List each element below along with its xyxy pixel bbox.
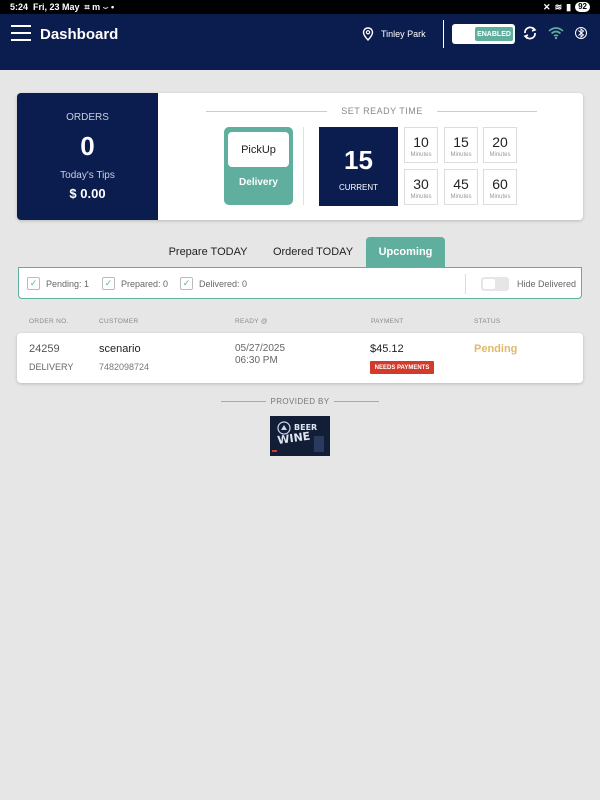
enabled-label: ENABLED [475,27,513,41]
menu-icon[interactable] [11,25,31,41]
time-option-unit: Minutes [489,152,511,158]
delivered-count: Delivered: 0 [199,279,248,289]
needs-payment-badge: NEEDS PAYMENTS [370,361,434,374]
prepared-count: Prepared: 0 [121,279,169,289]
status-badge: Pending [474,343,518,355]
hide-delivered-label: Hide Delivered [517,279,577,289]
orders-count: 0 [80,131,95,161]
delivered-checkbox[interactable]: ✓ [180,277,193,290]
tips-label: Today's Tips [60,170,115,181]
time-option-unit: Minutes [410,194,432,200]
current-ready-value: 15 [344,145,373,175]
column-header-order-no: ORDER NO. [29,318,69,325]
wifi-status-icon: ≋ [554,1,563,12]
time-option-value: 30 [413,176,429,192]
order-filter-bar: ✓ Pending: 1 ✓ Prepared: 0 ✓ Delivered: … [18,267,582,299]
battery-icon: 92 [575,2,590,12]
pending-count: Pending: 1 [46,279,90,289]
time-option-value: 60 [492,176,508,192]
tab-upcoming[interactable]: Upcoming [366,237,445,267]
orders-summary-card: ORDERS 0 Today's Tips $ 0.00 SET READY T… [17,93,583,220]
customer-phone: 7482098724 [99,362,150,372]
order-row[interactable]: 24259 DELIVERY scenario 7482098724 05/27… [17,333,583,383]
filter-divider [465,274,466,294]
location-pin-icon [362,27,374,41]
payment-amount: $45.12 [370,343,404,355]
orders-panel: ORDERS 0 Today's Tips $ 0.00 [17,93,158,220]
order-number: 24259 [29,343,60,355]
order-type: DELIVERY [29,362,74,372]
page-title: Dashboard [40,26,119,43]
status-bar: 5:24 Fri, 23 May ⌗ m ⌣ • ✕ ≋ ▮ 92 [0,0,600,14]
orders-label: ORDERS [66,112,109,123]
hide-delivered-toggle[interactable] [481,277,509,291]
time-option-value: 15 [453,134,469,150]
notification-icons: ⌗ m ⌣ • [84,1,115,12]
signal-icon: ▮ [566,1,572,12]
current-ready-time: 15 CURRENT [319,127,398,206]
column-header-customer: CUSTOMER [99,318,139,325]
time-option-value: 10 [413,134,429,150]
pending-checkbox[interactable]: ✓ [27,277,40,290]
refresh-icon[interactable] [522,25,538,41]
prepared-checkbox[interactable]: ✓ [102,277,115,290]
enabled-toggle[interactable]: ENABLED [452,24,515,44]
provided-by-label: PROVIDED BY [270,397,330,406]
time-option-unit: Minutes [450,194,472,200]
delivery-button[interactable]: Delivery [224,177,293,188]
ready-time-label: SET READY TIME [341,106,423,116]
beer-wine-logo: BEER WINE [270,416,330,456]
time-option-unit: Minutes [489,194,511,200]
time-option-20[interactable]: 20 Minutes [483,127,517,163]
status-time: 5:24 [10,2,29,12]
ready-time: 06:30 PM [235,355,278,366]
column-header-status: STATUS [474,318,501,325]
current-ready-label: CURRENT [338,183,379,192]
time-option-unit: Minutes [410,152,432,158]
column-header-ready: READY @ [235,318,268,325]
ready-time-divider [303,127,304,205]
header-divider [443,20,444,48]
pickup-delivery-switch[interactable]: PickUp Delivery [224,127,293,205]
time-option-60[interactable]: 60 Minutes [483,169,517,205]
ready-time-rule-right [437,111,537,112]
time-option-value: 20 [492,134,508,150]
bluetooth-icon [575,27,587,39]
tab-prepare-today[interactable]: Prepare TODAY [158,237,258,267]
status-date: Fri, 23 May [33,2,80,12]
location-name[interactable]: Tinley Park [381,29,426,39]
column-header-payment: PAYMENT [371,318,404,325]
pickup-button[interactable]: PickUp [228,132,289,167]
time-option-unit: Minutes [450,152,472,158]
ready-time-rule-left [206,111,327,112]
time-option-value: 45 [453,176,469,192]
customer-name: scenario [99,343,141,355]
time-option-15[interactable]: 15 Minutes [444,127,478,163]
time-option-30[interactable]: 30 Minutes [404,169,438,205]
provided-by-rule-right [334,401,379,402]
wifi-icon [548,27,564,40]
time-option-10[interactable]: 10 Minutes [404,127,438,163]
time-option-45[interactable]: 45 Minutes [444,169,478,205]
tab-ordered-today[interactable]: Ordered TODAY [263,237,363,267]
mute-icon: ✕ [543,1,551,12]
tips-value: $ 0.00 [69,186,106,201]
ready-date: 05/27/2025 [235,343,286,354]
